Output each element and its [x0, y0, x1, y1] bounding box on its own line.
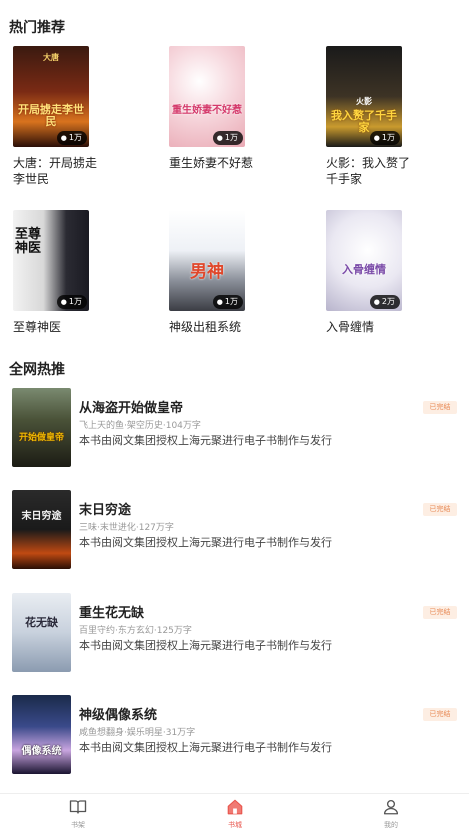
- book-open-icon: [69, 800, 87, 814]
- tab-bookstore[interactable]: 书城: [205, 798, 265, 830]
- flame-icon: ●: [216, 134, 223, 142]
- flame-icon: ●: [373, 134, 380, 142]
- book-title[interactable]: 大唐：开局掳走李世民: [13, 155, 97, 187]
- book-title: 末日穷途: [79, 503, 132, 518]
- book-desc: 本书由阅文集团授权上海元聚进行电子书制作与发行: [79, 536, 332, 549]
- tab-bookshelf[interactable]: 书架: [48, 798, 108, 830]
- book-cover[interactable]: 重生娇妻不好惹 ● 1万: [169, 46, 245, 147]
- list-item[interactable]: 开始做皇帝 从海盗开始做皇帝 飞上天的鱼·架空历史·104万字 本书由阅文集团授…: [0, 388, 469, 468]
- book-meta: 咸鱼想翻身·娱乐明星·31万字: [79, 728, 196, 738]
- flame-icon: ●: [216, 298, 223, 306]
- book-cover[interactable]: 入骨缠情 ● 2万: [326, 210, 402, 311]
- user-icon: [383, 799, 399, 815]
- hot-book-card[interactable]: 火影 我入赘了千手家 ● 1万 火影：我入赘了千手家: [326, 46, 446, 187]
- home-icon: [227, 799, 243, 815]
- hot-book-card[interactable]: 男神 ● 1万 神级出租系统: [169, 210, 289, 335]
- tab-profile[interactable]: 我的: [361, 798, 421, 830]
- book-cover[interactable]: 花无缺: [12, 593, 71, 672]
- book-cover[interactable]: 至尊神医 ● 1万: [13, 210, 89, 311]
- list-item[interactable]: 花无缺 重生花无缺 百里守约·东方玄幻·125万字 本书由阅文集团授权上海元聚进…: [0, 593, 469, 673]
- flame-icon: ●: [60, 134, 67, 142]
- book-title: 重生花无缺: [79, 606, 145, 621]
- book-meta: 百里守约·东方玄幻·125万字: [79, 626, 192, 636]
- book-cover[interactable]: 末日穷途: [12, 490, 71, 569]
- flame-icon: ●: [60, 298, 67, 306]
- list-item[interactable]: 末日穷途 末日穷途 三味·末世进化·127万字 本书由阅文集团授权上海元聚进行电…: [0, 490, 469, 570]
- book-title[interactable]: 入骨缠情: [326, 319, 410, 335]
- book-cover[interactable]: 火影 我入赘了千手家 ● 1万: [326, 46, 402, 147]
- list-item[interactable]: 偶像系统 神级偶像系统 咸鱼想翻身·娱乐明星·31万字 本书由阅文集团授权上海元…: [0, 695, 469, 775]
- popularity-badge: ● 1万: [369, 131, 400, 145]
- book-desc: 本书由阅文集团授权上海元聚进行电子书制作与发行: [79, 639, 332, 652]
- hot-book-card[interactable]: 入骨缠情 ● 2万 入骨缠情: [326, 210, 446, 335]
- book-desc: 本书由阅文集团授权上海元聚进行电子书制作与发行: [79, 741, 332, 754]
- book-meta: 三味·末世进化·127万字: [79, 523, 174, 533]
- book-title[interactable]: 至尊神医: [13, 319, 97, 335]
- popularity-badge: ● 1万: [56, 131, 87, 145]
- hot-book-card[interactable]: 重生娇妻不好惹 ● 1万 重生娇妻不好惹: [169, 46, 289, 171]
- book-desc: 本书由阅文集团授权上海元聚进行电子书制作与发行: [79, 434, 332, 447]
- flame-icon: ●: [373, 298, 380, 306]
- status-badge: 已完结: [423, 606, 457, 619]
- book-cover[interactable]: 男神 ● 1万: [169, 210, 245, 311]
- status-badge: 已完结: [423, 503, 457, 516]
- popularity-badge: ● 1万: [212, 295, 243, 309]
- book-cover[interactable]: 开始做皇帝: [12, 388, 71, 467]
- status-badge: 已完结: [423, 708, 457, 721]
- book-title[interactable]: 重生娇妻不好惹: [169, 155, 253, 171]
- book-title: 从海盗开始做皇帝: [79, 401, 184, 416]
- bottom-tab-bar: 书架 书城 我的: [0, 793, 469, 833]
- book-cover[interactable]: 大唐 开局掳走李世民 ● 1万: [13, 46, 89, 147]
- hot-book-card[interactable]: 至尊神医 ● 1万 至尊神医: [13, 210, 133, 335]
- book-title[interactable]: 神级出租系统: [169, 319, 253, 335]
- popularity-badge: ● 2万: [369, 295, 400, 309]
- book-title[interactable]: 火影：我入赘了千手家: [326, 155, 410, 187]
- book-cover[interactable]: 偶像系统: [12, 695, 71, 774]
- section-title-all: 全网热推: [9, 362, 65, 378]
- popularity-badge: ● 1万: [212, 131, 243, 145]
- status-badge: 已完结: [423, 401, 457, 414]
- book-title: 神级偶像系统: [79, 708, 158, 723]
- book-meta: 飞上天的鱼·架空历史·104万字: [79, 421, 201, 431]
- section-title-hot: 热门推荐: [9, 20, 65, 36]
- hot-book-card[interactable]: 大唐 开局掳走李世民 ● 1万 大唐：开局掳走李世民: [13, 46, 133, 187]
- popularity-badge: ● 1万: [56, 295, 87, 309]
